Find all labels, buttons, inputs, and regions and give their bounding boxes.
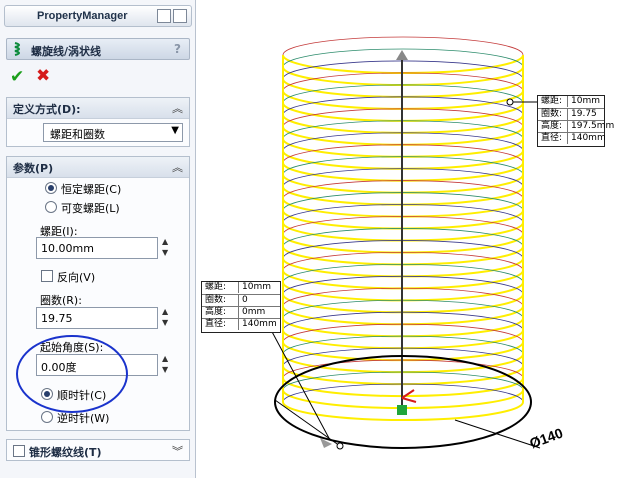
reverse-label: 反向(V): [57, 271, 96, 284]
spin-down-icon[interactable]: ▼: [162, 318, 168, 327]
collapse-chevron-icon[interactable]: ︽: [172, 159, 183, 175]
callout-value: 140mm: [567, 133, 606, 144]
revolutions-label: 圈数(R):: [40, 294, 82, 307]
counterclockwise-radio[interactable]: [41, 411, 53, 423]
pin-icon[interactable]: [157, 9, 171, 23]
helix-feature-icon: [14, 42, 20, 56]
revolutions-value: 19.75: [41, 312, 73, 325]
callout-anchor-top: [506, 98, 514, 106]
parameters-header[interactable]: 参数(P) ︽: [7, 157, 189, 178]
property-manager-header: PropertyManager: [4, 5, 192, 27]
pitch-value: 10.00mm: [41, 242, 94, 255]
constant-pitch-label: 恒定螺距(C): [61, 183, 122, 196]
revolutions-input[interactable]: 19.75: [36, 307, 158, 329]
panel-title: PropertyManager: [37, 10, 128, 22]
collapse-chevron-icon[interactable]: ︽: [172, 100, 183, 116]
leader-line: [274, 399, 341, 447]
spin-up-icon[interactable]: ▲: [162, 237, 168, 246]
define-by-group: 定义方式(D): ︽ 螺距和圈数 ▼: [6, 97, 190, 147]
callout-value: 0: [238, 295, 248, 306]
callout-anchor-bottom: [336, 442, 344, 450]
start-angle-stepper[interactable]: ▲ ▼: [160, 354, 174, 376]
spin-down-icon[interactable]: ▼: [162, 248, 168, 257]
origin-icon: [397, 405, 407, 415]
expand-chevron-icon[interactable]: ︾: [172, 443, 183, 459]
property-manager-panel: PropertyManager 螺旋线/涡状线 ? ✔ ✖ 定义方式(D): ︽…: [0, 0, 196, 478]
taper-group: 锥形螺纹线(T) ︾: [6, 439, 190, 461]
variable-pitch-label: 可变螺距(L): [61, 202, 120, 215]
callout-key: 圈数:: [205, 295, 227, 305]
y-axis-triad: [401, 397, 417, 403]
callout-bottom: 螺距: 10mm 圈数: 0 高度: 0mm 直径: 140mm: [201, 281, 281, 333]
define-by-header[interactable]: 定义方式(D): ︽: [7, 98, 189, 119]
spin-up-icon[interactable]: ▲: [162, 354, 168, 363]
define-by-select[interactable]: 螺距和圈数 ▼: [43, 123, 183, 142]
callout-key: 高度:: [541, 121, 563, 131]
dimension-line: [454, 419, 541, 449]
callout-key: 高度:: [205, 307, 227, 317]
parameters-title: 参数(P): [13, 162, 54, 175]
reverse-checkbox[interactable]: [41, 270, 53, 282]
chevron-down-icon: ▼: [171, 125, 179, 136]
spin-down-icon[interactable]: ▼: [162, 365, 168, 374]
constant-pitch-radio[interactable]: [45, 182, 57, 194]
axis-arrow-icon: [396, 50, 408, 60]
expand-icon[interactable]: [173, 9, 187, 23]
taper-checkbox[interactable]: [13, 445, 25, 457]
define-by-value: 螺距和圈数: [50, 128, 105, 141]
feature-title: 螺旋线/涡状线: [31, 45, 102, 58]
cancel-close-icon[interactable]: ✖: [36, 66, 50, 86]
feature-title-bar: 螺旋线/涡状线 ?: [6, 38, 190, 60]
annotation-circle: [16, 335, 128, 413]
callout-value: 140mm: [238, 319, 277, 330]
callout-value: 19.75: [567, 109, 597, 120]
callout-key: 直径:: [541, 133, 563, 143]
header-icons: [157, 9, 187, 23]
callout-key: 直径:: [205, 319, 227, 329]
helix-drawing: [254, 36, 541, 450]
define-by-title: 定义方式(D):: [13, 103, 81, 116]
callout-top: 螺距: 10mm 圈数: 19.75 高度: 197.5mm 直径: 140mm: [537, 95, 614, 147]
spin-up-icon[interactable]: ▲: [162, 307, 168, 316]
variable-pitch-radio[interactable]: [45, 201, 57, 213]
revolutions-stepper[interactable]: ▲ ▼: [160, 307, 174, 329]
ok-check-icon[interactable]: ✔: [10, 67, 24, 87]
pitch-stepper[interactable]: ▲ ▼: [160, 237, 174, 259]
callout-value: 0mm: [238, 307, 265, 318]
help-icon[interactable]: ?: [174, 42, 181, 56]
graphics-area[interactable]: 螺距: 10mm 圈数: 19.75 高度: 197.5mm 直径: 140mm 螺距:…: [196, 0, 640, 478]
taper-title: 锥形螺纹线(T): [29, 446, 102, 459]
callout-key: 圈数:: [541, 109, 563, 119]
callout-value: 197.5mm: [567, 121, 614, 132]
callout-key: 螺距:: [541, 96, 563, 106]
callout-key: 螺距:: [205, 282, 227, 292]
callout-value: 10mm: [238, 282, 271, 293]
pitch-input[interactable]: 10.00mm: [36, 237, 158, 259]
callout-value: 10mm: [567, 96, 600, 107]
